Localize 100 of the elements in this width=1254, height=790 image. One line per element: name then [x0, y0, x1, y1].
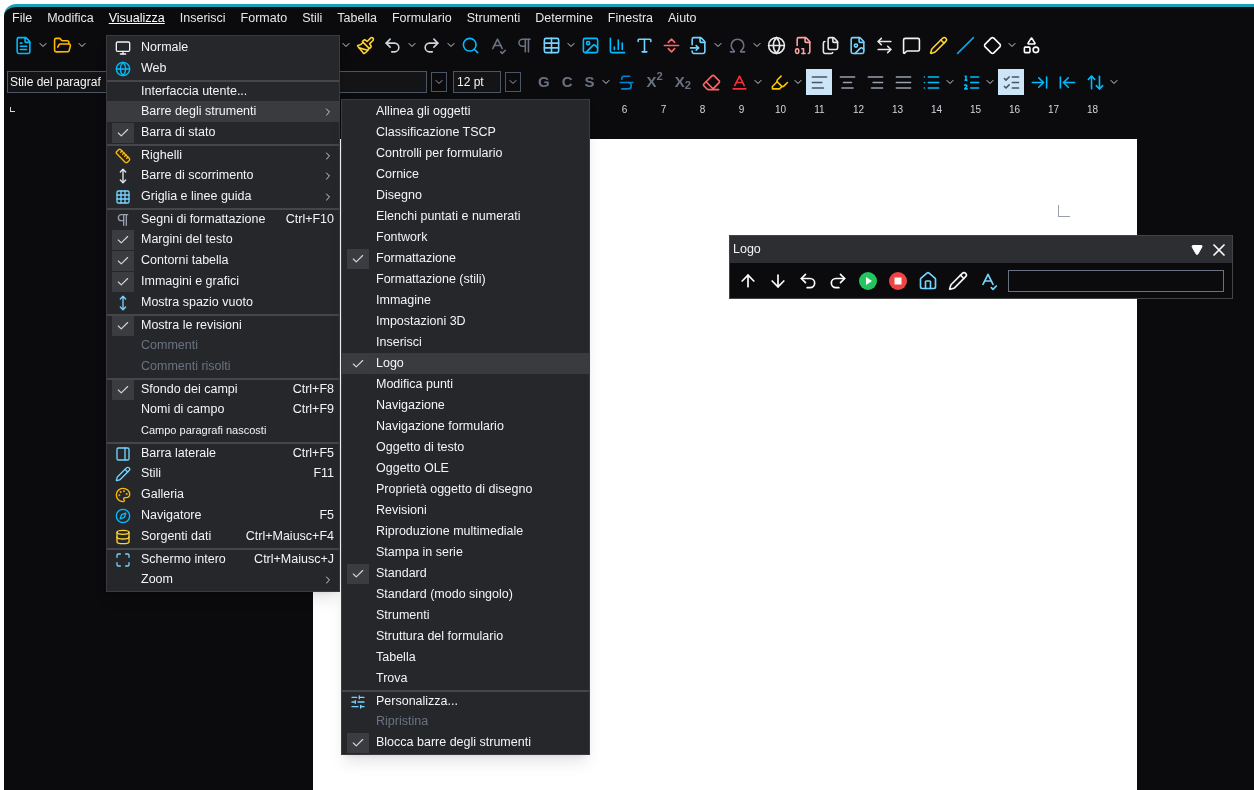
menu-item[interactable]: Galleria	[107, 484, 339, 505]
menu-item[interactable]: Logo	[342, 353, 589, 374]
menu-item[interactable]: Trova	[342, 668, 589, 689]
menu-item[interactable]: Margini del testo	[107, 229, 339, 250]
menu-item[interactable]: Impostazioni 3D	[342, 311, 589, 332]
chart-icon[interactable]	[608, 35, 627, 55]
menu-item[interactable]: Standard (modo singolo)	[342, 584, 589, 605]
font-size-dropdown-button[interactable]	[505, 72, 521, 92]
menu-item[interactable]: Navigazione formulario	[342, 416, 589, 437]
outline-list-button[interactable]	[998, 69, 1025, 95]
menu-item[interactable]: Controlli per formulario	[342, 143, 589, 164]
menu-item[interactable]: Contorni tabella	[107, 250, 339, 271]
dropdown-icon[interactable]	[1191, 243, 1203, 256]
menu-item[interactable]: Classificazione TSCP	[342, 122, 589, 143]
menu-item[interactable]: Sorgenti dati Ctrl+Maiusc+F4	[107, 526, 339, 547]
redo-icon[interactable]	[828, 270, 848, 291]
menu-bar-item[interactable]: Stili	[302, 8, 323, 28]
menu-bar-item[interactable]: Modifica	[47, 8, 94, 28]
menu-item[interactable]: Proprietà oggetto di disegno	[342, 479, 589, 500]
menu-bar-item[interactable]: Formato	[240, 8, 288, 28]
format-button[interactable]: G	[533, 70, 555, 94]
menu-item[interactable]: Navigazione	[342, 395, 589, 416]
tab-stop-icon[interactable]	[10, 106, 15, 112]
menu-item[interactable]: Cornice	[342, 164, 589, 185]
menu-item[interactable]: Stili F11	[107, 463, 339, 484]
pages-icon[interactable]	[821, 35, 840, 55]
undo-icon[interactable]	[798, 270, 818, 291]
menu-bar-item[interactable]: Strumenti	[466, 8, 521, 28]
format-button[interactable]: X$^{2}$	[641, 70, 668, 94]
menu-item[interactable]: Personalizza...	[342, 690, 589, 711]
edit-icon[interactable]	[948, 270, 968, 291]
menu-bar-item[interactable]: Visualizza	[108, 8, 165, 28]
menu-item[interactable]: Struttura del formulario	[342, 626, 589, 647]
menu-item[interactable]: Segni di formattazione Ctrl+F10	[107, 208, 339, 229]
menu-item[interactable]: Formattazione (stili)	[342, 269, 589, 290]
menu-bar-item[interactable]: Determine	[535, 8, 593, 28]
menu-item[interactable]: Immagini e grafici	[107, 271, 339, 292]
diamond-icon[interactable]	[983, 35, 1002, 55]
menu-item[interactable]: Navigatore F5	[107, 505, 339, 526]
undo-icon[interactable]	[383, 35, 402, 55]
align-left-button[interactable]	[806, 69, 833, 95]
menu-item[interactable]: Mostra le revisioni	[107, 314, 339, 335]
menu-item[interactable]: Allinea gli oggetti	[342, 101, 589, 122]
brush-icon[interactable]	[356, 35, 375, 55]
format-button[interactable]: S	[579, 70, 600, 94]
menu-bar-item[interactable]: Formulario	[391, 8, 452, 28]
menu-item[interactable]: Mostra spazio vuoto	[107, 292, 339, 313]
menu-item[interactable]: Zoom	[107, 569, 339, 590]
home-icon[interactable]	[918, 270, 938, 291]
logo-command-field[interactable]	[1008, 269, 1224, 292]
menu-item[interactable]: Formattazione	[342, 248, 589, 269]
menu-bar-item[interactable]: Inserisci	[179, 8, 226, 28]
style-dropdown-button[interactable]	[431, 72, 447, 92]
menu-item[interactable]: Nomi di campo Ctrl+F9	[107, 399, 339, 420]
format-button[interactable]: X$_{2}$	[669, 70, 697, 94]
menu-item[interactable]: Standard	[342, 563, 589, 584]
menu-item[interactable]: Stampa in serie	[342, 542, 589, 563]
menu-item[interactable]: Sfondo dei campi Ctrl+F8	[107, 378, 339, 399]
find-icon[interactable]	[461, 35, 480, 55]
menu-bar-item[interactable]: File	[12, 8, 33, 28]
menu-item[interactable]: Fontwork	[342, 227, 589, 248]
folder-icon[interactable]	[53, 35, 72, 55]
line-icon[interactable]	[956, 35, 975, 55]
menu-item[interactable]: Strumenti	[342, 605, 589, 626]
menu-item[interactable]: Tabella	[342, 647, 589, 668]
menu-bar-item[interactable]: Finestra	[607, 8, 653, 28]
pilcrow-icon[interactable]	[515, 35, 534, 55]
menu-item[interactable]: Barra laterale Ctrl+F5	[107, 442, 339, 463]
table-icon[interactable]	[542, 35, 561, 55]
menu-item[interactable]: Elenchi puntati e numerati	[342, 206, 589, 227]
menu-item[interactable]: Campo paragrafi nascosti	[107, 420, 339, 441]
menu-item[interactable]: Barre degli strumenti	[107, 101, 339, 122]
redo-icon[interactable]	[422, 35, 441, 55]
menu-item[interactable]: Normale	[107, 37, 339, 58]
menu-item[interactable]: Schermo intero Ctrl+Maiusc+J	[107, 548, 339, 569]
menu-item[interactable]: Barra di stato	[107, 122, 339, 143]
menu-item[interactable]: Barre di scorrimento	[107, 165, 339, 186]
omega-icon[interactable]	[728, 35, 747, 55]
menu-item[interactable]: Disegno	[342, 185, 589, 206]
menu-item[interactable]: Riproduzione multimediale	[342, 521, 589, 542]
document-icon[interactable]	[14, 35, 33, 55]
menu-item[interactable]: Oggetto OLE	[342, 458, 589, 479]
image-icon[interactable]	[581, 35, 600, 55]
menu-bar-item[interactable]: Aiuto	[668, 8, 697, 28]
menu-item[interactable]: Revisioni	[342, 500, 589, 521]
menu-item[interactable]: Modifica punti	[342, 374, 589, 395]
menu-item[interactable]: Inserisci	[342, 332, 589, 353]
menu-item[interactable]: Immagine	[342, 290, 589, 311]
menu-item[interactable]: Griglia e linee guida	[107, 186, 339, 207]
menu-item[interactable]: Web	[107, 58, 339, 79]
format-button[interactable]: C	[556, 70, 578, 94]
font-size-field[interactable]: 12 pt	[453, 71, 501, 93]
menu-bar-item[interactable]: Tabella	[337, 8, 377, 28]
comment-icon[interactable]	[902, 35, 921, 55]
menu-item[interactable]: Oggetto di testo	[342, 437, 589, 458]
menu-item[interactable]: Blocca barre degli strumenti	[342, 732, 589, 753]
play-icon[interactable]	[858, 270, 878, 291]
menu-item[interactable]: Righelli	[107, 144, 339, 165]
shapes-icon[interactable]	[1022, 35, 1041, 55]
stop-icon[interactable]	[888, 270, 908, 291]
